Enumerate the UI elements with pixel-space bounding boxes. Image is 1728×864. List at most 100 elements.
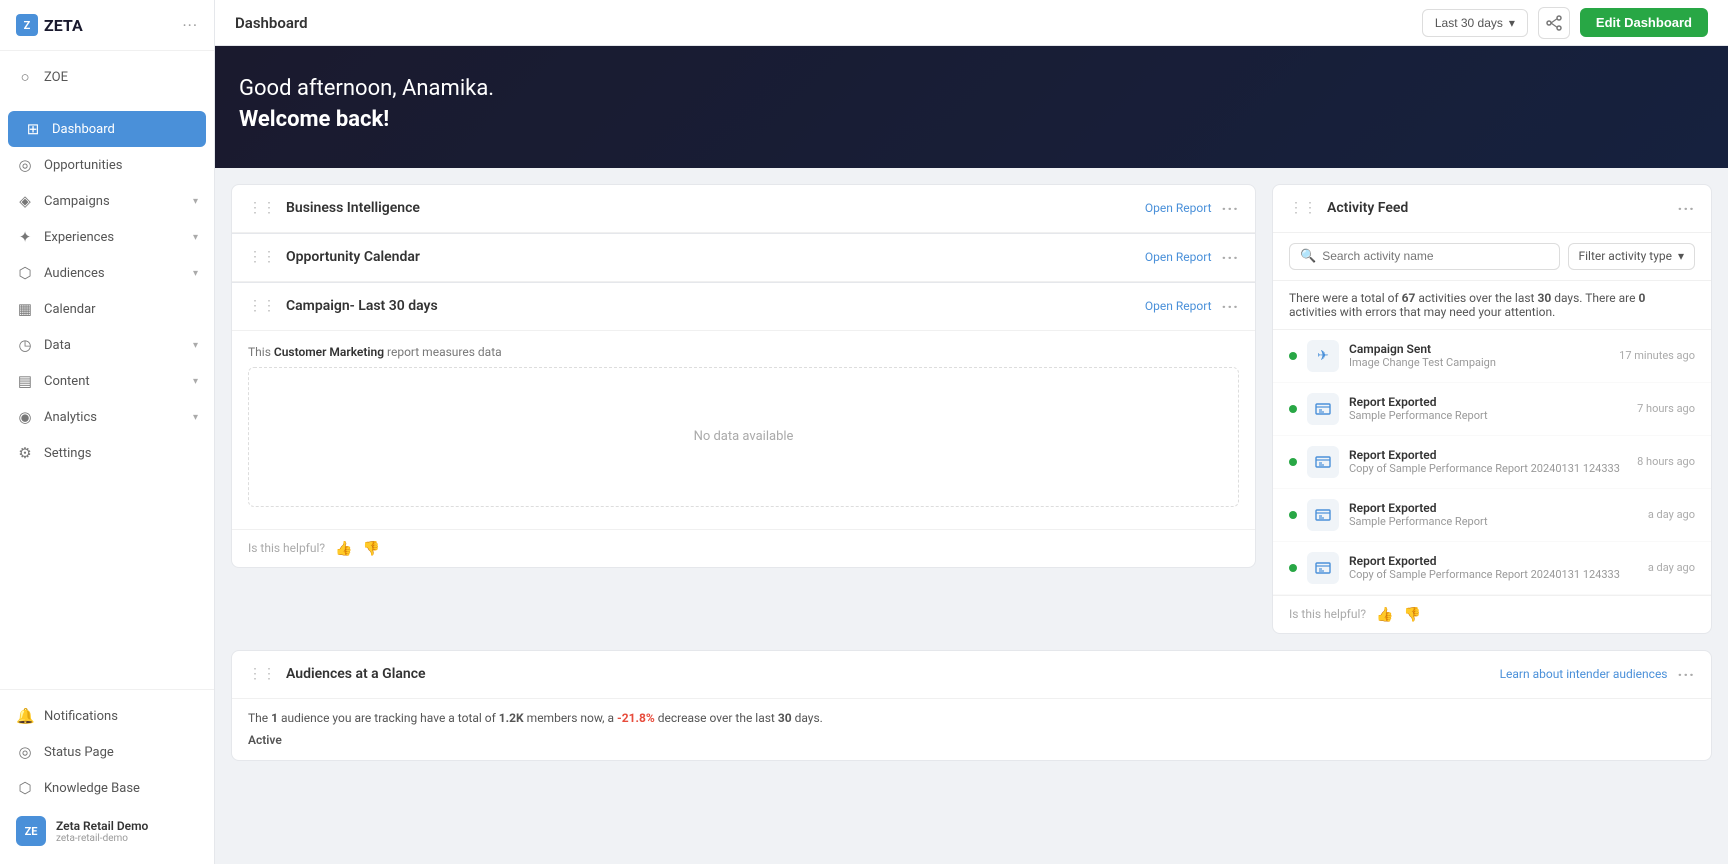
activity-info: Report Exported Copy of Sample Performan… — [1349, 554, 1638, 581]
sidebar-item-data[interactable]: ◷ Data ▾ — [0, 327, 214, 363]
audiences-header: ⋮⋮ Audiences at a Glance Learn about int… — [232, 651, 1711, 699]
data-icon: ◷ — [16, 336, 34, 354]
activity-name: Report Exported — [1349, 395, 1627, 409]
activity-dot — [1289, 511, 1297, 519]
stacked-cards: ⋮⋮ Business Intelligence Open Report ···… — [231, 184, 1256, 568]
thumbs-up-button[interactable]: 👍 — [335, 540, 352, 557]
share-button[interactable] — [1538, 7, 1570, 39]
activity-thumbs-down[interactable]: 👎 — [1404, 606, 1421, 623]
activity-info: Campaign Sent Image Change Test Campaign — [1349, 342, 1609, 369]
activity-feed-title: Activity Feed — [1327, 200, 1668, 216]
sidebar-item-knowledge[interactable]: ⬡ Knowledge Base — [0, 770, 214, 806]
sidebar-item-experiences[interactable]: ✦ Experiences ▾ — [0, 219, 214, 255]
audiences-card: ⋮⋮ Audiences at a Glance Learn about int… — [231, 650, 1712, 761]
sidebar-item-audiences[interactable]: ⬡ Audiences ▾ — [0, 255, 214, 291]
logo-icon: Z — [16, 14, 38, 36]
oc-more-button[interactable]: ··· — [1222, 248, 1239, 267]
no-data-message: No data available — [248, 367, 1239, 507]
sidebar-item-opportunities[interactable]: ◎ Opportunities — [0, 147, 214, 183]
sidebar-item-content[interactable]: ▤ Content ▾ — [0, 363, 214, 399]
activity-name: Report Exported — [1349, 554, 1638, 568]
left-column: ⋮⋮ Business Intelligence Open Report ···… — [231, 184, 1256, 634]
activity-header: ⋮⋮ Activity Feed ··· — [1273, 185, 1711, 233]
sidebar-user[interactable]: ZE Zeta Retail Demo zeta-retail-demo — [0, 806, 214, 856]
audiences-title: Audiences at a Glance — [286, 666, 1490, 682]
app-name: ZETA — [44, 16, 83, 35]
audiences-more-button[interactable]: ··· — [1678, 665, 1695, 684]
opportunity-calendar-card: ⋮⋮ Opportunity Calendar Open Report ··· — [231, 234, 1256, 283]
page-title: Dashboard — [235, 14, 308, 32]
filter-activity-select[interactable]: Filter activity type ▾ — [1568, 243, 1696, 270]
date-range-button[interactable]: Last 30 days ▾ — [1422, 9, 1528, 37]
sidebar-label-knowledge: Knowledge Base — [44, 781, 198, 796]
activity-time: a day ago — [1648, 561, 1695, 574]
sidebar-item-settings[interactable]: ⚙ Settings — [0, 435, 214, 471]
sidebar-item-calendar[interactable]: ▦ Calendar — [0, 291, 214, 327]
sidebar-item-notifications[interactable]: 🔔 Notifications — [0, 698, 214, 734]
edit-dashboard-button[interactable]: Edit Dashboard — [1580, 8, 1708, 37]
activity-list-item[interactable]: Report Exported Copy of Sample Performan… — [1273, 436, 1711, 489]
filter-label: Filter activity type — [1579, 249, 1672, 263]
activity-thumbs-up[interactable]: 👍 — [1376, 606, 1393, 623]
sidebar-label-status: Status Page — [44, 745, 198, 760]
user-slug: zeta-retail-demo — [56, 833, 148, 844]
campaign-open-report[interactable]: Open Report — [1145, 299, 1212, 313]
oc-open-report[interactable]: Open Report — [1145, 250, 1212, 264]
sidebar-item-zoe[interactable]: ○ ZOE — [0, 59, 214, 95]
experiences-icon: ✦ — [16, 228, 34, 246]
sidebar-item-dashboard[interactable]: ⊞ Dashboard — [8, 111, 206, 147]
data-chevron: ▾ — [193, 340, 198, 351]
search-activity-input[interactable] — [1322, 249, 1548, 263]
activity-list-item[interactable]: Report Exported Copy of Sample Performan… — [1273, 542, 1711, 595]
drag-handle-audiences[interactable]: ⋮⋮ — [248, 666, 276, 682]
date-range-label: Last 30 days — [1435, 16, 1503, 30]
activity-type-icon — [1307, 499, 1339, 531]
activity-info: Report Exported Copy of Sample Performan… — [1349, 448, 1627, 475]
user-name: Zeta Retail Demo — [56, 819, 148, 833]
topbar-actions: Last 30 days ▾ Edit Dashboard — [1422, 7, 1708, 39]
activity-dot — [1289, 405, 1297, 413]
sidebar-label-content: Content — [44, 374, 183, 389]
drag-handle-campaign[interactable]: ⋮⋮ — [248, 298, 276, 314]
activity-feed-card: ⋮⋮ Activity Feed ··· 🔍 Filter activity t… — [1272, 184, 1712, 634]
activity-sub: Copy of Sample Performance Report 202401… — [1349, 568, 1638, 581]
activity-helpful-text: Is this helpful? — [1289, 607, 1366, 621]
activity-list-item[interactable]: Report Exported Sample Performance Repor… — [1273, 383, 1711, 436]
campaigns-chevron: ▾ — [193, 196, 198, 207]
thumbs-down-button[interactable]: 👎 — [363, 540, 380, 557]
sidebar-item-analytics[interactable]: ◉ Analytics ▾ — [0, 399, 214, 435]
campaign-more-button[interactable]: ··· — [1222, 297, 1239, 316]
sidebar-label-experiences: Experiences — [44, 230, 183, 245]
sidebar-more-icon[interactable]: ··· — [182, 16, 198, 35]
activity-list-item[interactable]: Report Exported Sample Performance Repor… — [1273, 489, 1711, 542]
activity-info: Report Exported Sample Performance Repor… — [1349, 395, 1627, 422]
sidebar-item-status[interactable]: ◎ Status Page — [0, 734, 214, 770]
activity-info: Report Exported Sample Performance Repor… — [1349, 501, 1638, 528]
drag-handle-oc[interactable]: ⋮⋮ — [248, 249, 276, 265]
opportunities-icon: ◎ — [16, 156, 34, 174]
learn-audiences-link[interactable]: Learn about intender audiences — [1500, 667, 1668, 681]
business-intelligence-card: ⋮⋮ Business Intelligence Open Report ··· — [231, 184, 1256, 234]
sidebar-item-zoe-label: ZOE — [44, 70, 198, 85]
activity-more-button[interactable]: ··· — [1678, 199, 1695, 218]
activity-sub: Copy of Sample Performance Report 202401… — [1349, 462, 1627, 475]
content-icon: ▤ — [16, 372, 34, 390]
activity-list-item[interactable]: ✈ Campaign Sent Image Change Test Campai… — [1273, 330, 1711, 383]
campaign-card-header: ⋮⋮ Campaign- Last 30 days Open Report ··… — [232, 283, 1255, 331]
sidebar-label-campaigns: Campaigns — [44, 194, 183, 209]
bi-more-button[interactable]: ··· — [1222, 199, 1239, 218]
drag-handle-activity[interactable]: ⋮⋮ — [1289, 200, 1317, 216]
sidebar-header: Z ZETA ··· — [0, 0, 214, 51]
activity-sub: Sample Performance Report — [1349, 409, 1627, 422]
activity-dot — [1289, 458, 1297, 466]
activity-name: Report Exported — [1349, 448, 1627, 462]
sidebar-item-campaigns[interactable]: ◈ Campaigns ▾ — [0, 183, 214, 219]
activity-type-icon — [1307, 552, 1339, 584]
activity-time: 8 hours ago — [1637, 455, 1695, 468]
bi-open-report[interactable]: Open Report — [1145, 201, 1212, 215]
activity-time: 7 hours ago — [1637, 402, 1695, 415]
activity-summary: There were a total of 67 activities over… — [1273, 281, 1711, 330]
sidebar-label-data: Data — [44, 338, 183, 353]
drag-handle-bi[interactable]: ⋮⋮ — [248, 200, 276, 216]
audiences-summary: The 1 audience you are tracking have a t… — [248, 711, 1695, 725]
